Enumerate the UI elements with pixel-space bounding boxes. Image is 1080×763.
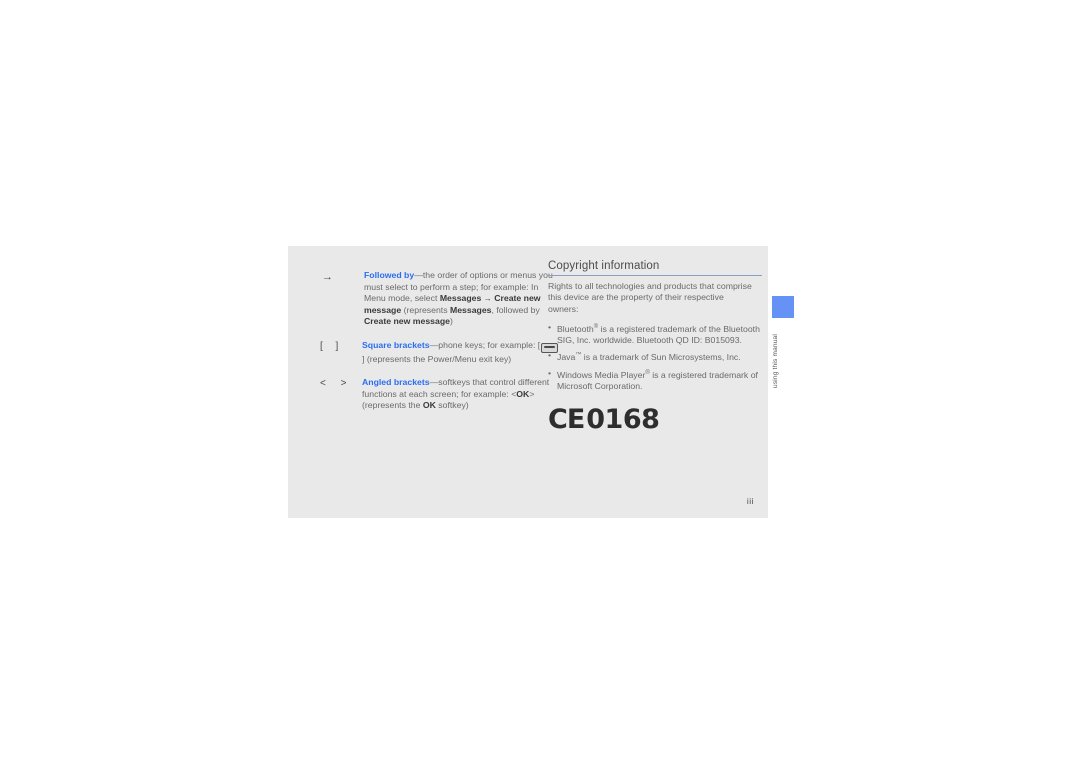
convention-item-followed-by: → Followed by—the order of options or me…: [318, 270, 560, 328]
trademark-name: Bluetooth: [557, 323, 594, 334]
bullet-icon: •: [548, 350, 552, 361]
list-item: • Bluetooth® is a registered trademark of…: [548, 322, 770, 346]
convention-term: Followed by: [364, 270, 415, 280]
section-side-tab: using this manual: [772, 296, 794, 388]
convention-desc-part2: (represents: [401, 304, 450, 315]
convention-bold-ok-2: OK: [422, 400, 436, 411]
side-tab-color-swatch: [772, 296, 794, 318]
convention-dash: —: [414, 270, 423, 280]
side-tab-label: using this manual: [772, 334, 779, 388]
trademark-name: Windows Media Player: [557, 369, 646, 380]
arrow-symbol-icon: →: [322, 271, 334, 283]
convention-bold-messages: Messages: [439, 293, 482, 304]
list-item: • Windows Media Player® is a registered t…: [548, 368, 770, 392]
list-item: • Java™ is a trademark of Sun Microsystem…: [548, 350, 770, 363]
bullet-icon: •: [548, 321, 552, 332]
copyright-column: Copyright information Rights to all tech…: [548, 260, 770, 433]
convention-bold-create-new-message-2: Create new message: [364, 316, 450, 327]
convention-bold-messages-2: Messages: [449, 304, 492, 315]
ce-conformity-mark: CE 0168: [548, 406, 770, 433]
convention-desc-part4: ): [449, 316, 453, 327]
convention-desc-part1: phone keys; for example: [: [438, 339, 541, 350]
conventions-column: → Followed by—the order of options or me…: [318, 270, 560, 424]
convention-desc-part2: ] (represents the Power/Menu exit key): [362, 353, 512, 364]
copyright-intro-text: Rights to all technologies and products …: [548, 281, 752, 314]
inline-arrow-icon: →: [483, 294, 492, 304]
convention-desc-part3: softkey): [435, 400, 469, 411]
convention-description: Followed by—the order of options or menu…: [364, 270, 560, 328]
convention-item-angled-brackets: < > Angled brackets—softkeys that contro…: [318, 377, 560, 412]
ce-notified-body-number: 0168: [586, 404, 660, 436]
heading-divider: [548, 275, 762, 276]
convention-description: Square brackets—phone keys; for example:…: [362, 340, 560, 365]
convention-term: Angled brackets: [362, 377, 430, 388]
convention-term: Square brackets: [362, 339, 430, 350]
trademark-list: • Bluetooth® is a registered trademark of…: [548, 322, 770, 392]
convention-item-square-brackets: [ ] Square brackets—phone keys; for exam…: [318, 340, 560, 365]
bullet-icon: •: [548, 367, 552, 378]
square-bracket-symbol-icon: [ ]: [320, 340, 344, 352]
page-number: iii: [746, 496, 754, 506]
convention-desc-part3: , followed by: [491, 304, 540, 315]
convention-bold-ok: OK: [516, 388, 530, 399]
ce-letters-icon: CE: [548, 404, 585, 436]
convention-dash: —: [429, 339, 439, 350]
convention-dash: —: [429, 377, 439, 388]
angle-bracket-symbol-icon: < >: [320, 378, 353, 390]
trademark-name: Java: [557, 352, 576, 363]
manual-page-sheet: → Followed by—the order of options or me…: [288, 246, 768, 518]
convention-description: Angled brackets—softkeys that control di…: [362, 377, 560, 412]
copyright-heading: Copyright information: [548, 260, 660, 272]
trademark-text: is a trademark of Sun Microsystems, Inc.: [581, 352, 741, 363]
